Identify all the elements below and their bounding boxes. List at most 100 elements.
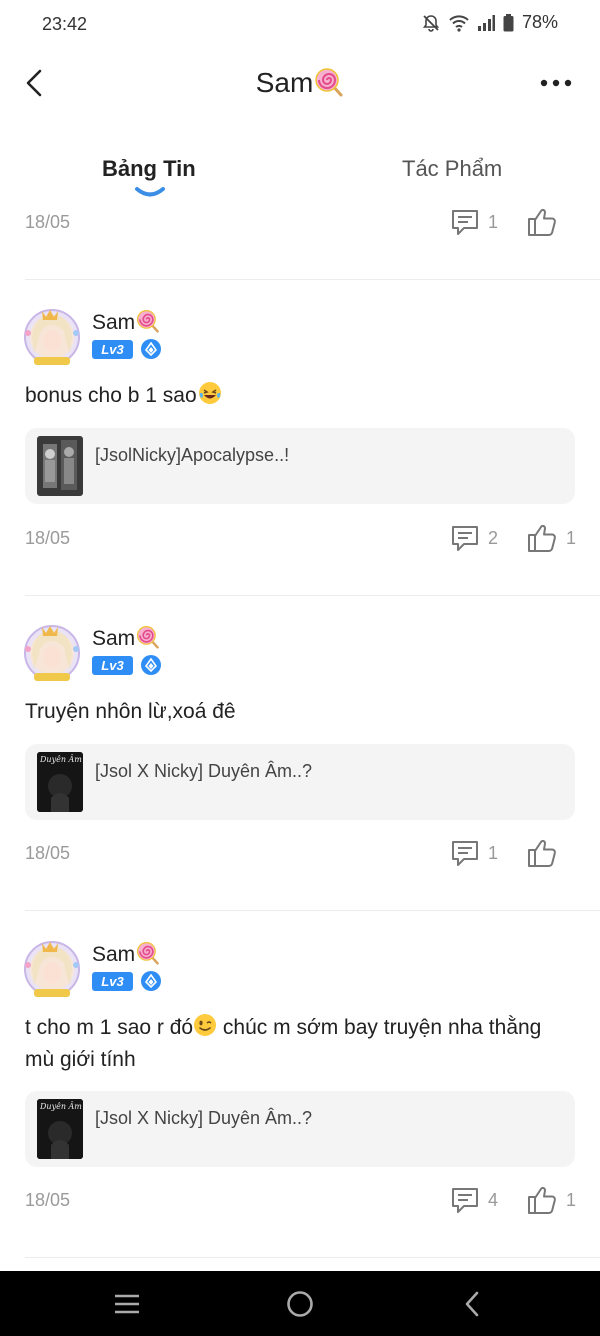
divider [25, 279, 600, 280]
author-name-text: Sam [92, 627, 136, 650]
author-name[interactable]: Sam [92, 941, 160, 967]
back-icon [465, 1291, 479, 1317]
thumbs-up-icon [527, 524, 556, 552]
level-badge: Lv3 [92, 339, 133, 359]
linked-story-card[interactable]: Duyên Âm [Jsol X Nicky] Duyên Âm..? [25, 744, 575, 820]
like-count: 1 [565, 1189, 576, 1210]
lollipop-icon [137, 626, 159, 649]
level-badge: Lv3 [92, 971, 133, 991]
comment-button[interactable]: 4 [450, 1185, 498, 1215]
story-cover-title: Duyên Âm [40, 755, 82, 764]
story-cover: Duyên Âm [37, 752, 83, 812]
post-meta-row: 18/05 1 [25, 205, 576, 239]
home-button[interactable] [285, 1289, 315, 1319]
comment-count: 4 [487, 1189, 498, 1210]
active-tab-indicator [135, 187, 165, 197]
story-title: [Jsol X Nicky] Duyên Âm..? [95, 761, 313, 781]
post-meta-row: 18/05 4 1 [25, 1183, 576, 1217]
author-badges: Lv3 [92, 339, 161, 359]
comment-button[interactable]: 1 [450, 838, 498, 868]
more-options-button[interactable] [536, 70, 576, 96]
linked-story-card[interactable]: Duyên Âm [Jsol X Nicky] Duyên Âm..? [25, 1091, 575, 1167]
comment-count: 1 [487, 211, 498, 232]
avatar[interactable] [22, 619, 82, 683]
post-text: bonus cho b 1 sao [25, 380, 566, 412]
comment-count: 1 [487, 842, 498, 863]
like-count: 1 [565, 527, 576, 548]
comment-icon [451, 841, 478, 866]
author-name-text: Sam [92, 943, 136, 966]
author-name[interactable]: Sam [92, 625, 160, 651]
more-horizontal-icon [540, 79, 572, 87]
post-actions: 1 [450, 838, 576, 868]
comment-icon [451, 210, 478, 235]
tab-feed[interactable]: Bảng Tin [102, 156, 196, 182]
post-text: Truyện nhôn lừ,xoá đê [25, 696, 566, 728]
status-time: 23:42 [42, 14, 88, 34]
post-text-content: Truyện nhôn lừ,xoá đê [25, 700, 236, 723]
avatar[interactable] [22, 935, 82, 999]
comment-button[interactable]: 1 [450, 207, 498, 237]
author-name[interactable]: Sam [92, 309, 160, 335]
comment-icon [451, 1188, 478, 1213]
page-title-text: Sam [255, 67, 314, 98]
post-date: 18/05 [25, 211, 71, 232]
app-header: Sam [0, 50, 600, 116]
story-title: [Jsol X Nicky] Duyên Âm..? [95, 1108, 313, 1128]
home-icon [287, 1291, 313, 1317]
thumbs-up-icon [527, 1186, 556, 1214]
thumbs-up-icon [528, 839, 556, 867]
post-actions: 4 1 [450, 1185, 576, 1215]
status-bar: 23:42 78% [0, 0, 600, 50]
author-badges: Lv3 [92, 655, 161, 675]
profile-tabs: Bảng Tin Tác Phẩm [0, 150, 600, 206]
lollipop-icon [315, 68, 343, 97]
comment-button[interactable]: 2 [450, 523, 498, 553]
winking-emoji [194, 1014, 217, 1036]
like-button[interactable]: 1 [526, 1185, 576, 1215]
comment-icon [451, 526, 478, 551]
battery-percent: 78% [521, 12, 558, 32]
like-button[interactable]: 1 [526, 523, 576, 553]
post-text-content: bonus cho b 1 sao [25, 384, 197, 407]
story-cover-title: Duyên Âm [40, 1102, 82, 1111]
thumbs-up-icon [528, 208, 556, 236]
divider [25, 910, 600, 911]
like-button[interactable] [526, 838, 576, 868]
divider [25, 1257, 600, 1258]
battery-icon [503, 13, 514, 32]
story-cover [37, 436, 83, 496]
post-actions: 2 1 [450, 523, 576, 553]
post-date: 18/05 [25, 842, 71, 863]
recent-apps-icon [115, 1294, 139, 1314]
recent-apps-button[interactable] [112, 1289, 142, 1319]
level-badge: Lv3 [92, 655, 133, 675]
post-text-part-1: t cho m 1 sao r đó [25, 1016, 194, 1039]
author-badges: Lv3 [92, 971, 161, 991]
status-icons: 78% [421, 12, 558, 33]
lollipop-icon [137, 310, 159, 333]
post-text: t cho m 1 sao r đó chúc m sớm bay truyện… [25, 1012, 566, 1076]
lollipop-icon [137, 942, 159, 965]
page-title: Sam [0, 67, 600, 99]
post-meta-row: 18/05 1 [25, 836, 576, 870]
linked-story-card[interactable]: [JsolNicky]Apocalypse..! [25, 428, 575, 504]
diamond-icon [141, 339, 161, 359]
laughing-tears-emoji [198, 382, 221, 404]
wifi-icon [449, 14, 469, 32]
like-button[interactable] [526, 207, 576, 237]
system-back-button[interactable] [457, 1289, 487, 1319]
avatar[interactable] [22, 303, 82, 367]
tab-works[interactable]: Tác Phẩm [402, 156, 502, 182]
comment-count: 2 [487, 527, 498, 548]
post-meta-row: 18/05 2 1 [25, 521, 576, 555]
divider [25, 595, 600, 596]
diamond-icon [141, 655, 161, 675]
post-date: 18/05 [25, 527, 71, 548]
bell-off-icon [421, 13, 441, 33]
system-nav-bar [0, 1271, 600, 1336]
diamond-icon [141, 971, 161, 991]
author-name-text: Sam [92, 311, 136, 334]
story-cover: Duyên Âm [37, 1099, 83, 1159]
signal-icon [477, 14, 495, 31]
